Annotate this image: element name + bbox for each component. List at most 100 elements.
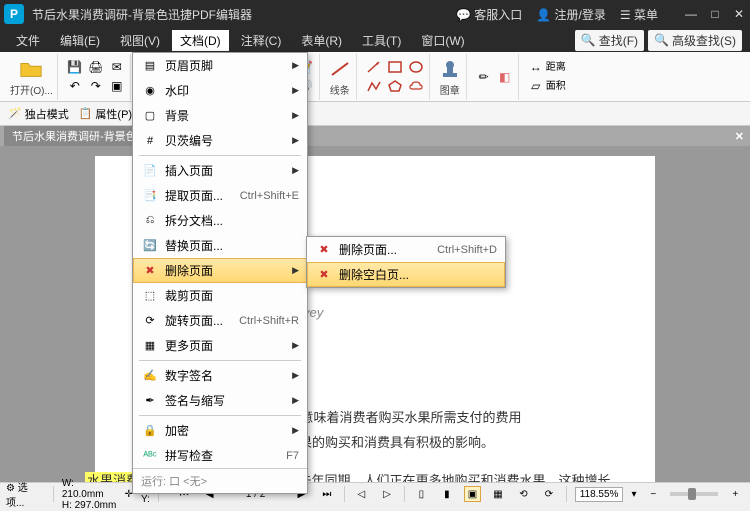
- print-icon[interactable]: 🖨: [87, 58, 105, 76]
- menu-crop-page[interactable]: ⬚裁剪页面: [133, 283, 307, 308]
- arrow-icon[interactable]: [365, 58, 383, 76]
- standalone-mode[interactable]: 🪄 独占模式: [8, 106, 69, 122]
- layout-facing-cont-button[interactable]: ▦: [489, 486, 507, 502]
- menu-edit[interactable]: 编辑(E): [52, 30, 108, 51]
- login-link[interactable]: 👤 注册/登录: [536, 6, 606, 23]
- menu-document[interactable]: 文档(D): [172, 30, 229, 51]
- secondary-bar: 🪄 独占模式 📋 属性(P)...: [0, 102, 750, 126]
- redo-icon[interactable]: ↷: [87, 77, 105, 95]
- layout-cont-button[interactable]: ▮: [438, 486, 456, 502]
- zoom-in-button[interactable]: +: [726, 486, 744, 502]
- menu-bates[interactable]: #贝茨编号▶: [133, 128, 307, 153]
- close-button[interactable]: ✕: [732, 7, 746, 21]
- tb-open-group[interactable]: 打开(O)...: [6, 54, 58, 100]
- menu-delete-page[interactable]: ✖删除页面▶: [133, 258, 307, 283]
- adv-find-button[interactable]: 🔍 高级查找(S): [648, 30, 742, 51]
- nav-fwd-button[interactable]: ▷: [378, 486, 396, 502]
- cursor-y: Y:: [141, 494, 150, 505]
- split-icon: ⎌: [141, 213, 159, 229]
- menu-tool[interactable]: 工具(T): [354, 30, 409, 51]
- menu-split-doc[interactable]: ⎌拆分文档...: [133, 208, 307, 233]
- pencil-icon[interactable]: ✏: [475, 68, 493, 86]
- rect-icon[interactable]: [386, 58, 404, 76]
- doc-tab[interactable]: 节后水果消费调研-背景色: [4, 126, 145, 146]
- mail-icon[interactable]: ✉: [108, 58, 126, 76]
- scan-icon[interactable]: ▣: [108, 77, 126, 95]
- submenu-delete-blank[interactable]: ✖删除空白页...: [307, 262, 505, 287]
- maximize-button[interactable]: □: [708, 7, 722, 21]
- digital-sign-icon: ✍: [141, 368, 159, 384]
- rotate-cw-button[interactable]: ⟳: [540, 486, 558, 502]
- spellcheck-icon: ᴬᴮᶜ: [141, 448, 159, 464]
- menu-encrypt[interactable]: 🔒加密▶: [133, 418, 307, 443]
- menu-link[interactable]: ☰ 菜单: [620, 6, 658, 23]
- window-title: 节后水果消费调研-背景色迅捷PDF编辑器: [32, 6, 456, 23]
- tb-line-group[interactable]: 线条: [324, 54, 357, 100]
- replace-page-icon: 🔄: [141, 238, 159, 254]
- last-page-button[interactable]: ⏭: [318, 486, 336, 502]
- menu-spellcheck[interactable]: ᴬᴮᶜ拼写检查F7: [133, 443, 307, 468]
- menu-file[interactable]: 文件: [8, 30, 48, 51]
- page-height: H: 297.0mm: [62, 500, 117, 511]
- distance-icon[interactable]: ↔: [527, 58, 545, 76]
- menu-replace-page[interactable]: 🔄替换页面...: [133, 233, 307, 258]
- menu-more-pages[interactable]: ▦更多页面▶: [133, 333, 307, 358]
- rotate-ccw-button[interactable]: ⟲: [515, 486, 533, 502]
- menu-signature[interactable]: ✒签名与缩写▶: [133, 388, 307, 413]
- eraser-icon[interactable]: ◧: [496, 68, 514, 86]
- delete-pages-icon: ✖: [315, 242, 333, 258]
- undo-icon[interactable]: ↶: [66, 77, 84, 95]
- more-pages-icon: ▦: [141, 338, 159, 354]
- menu-view[interactable]: 视图(V): [112, 30, 168, 51]
- save-icon[interactable]: 💾: [66, 58, 84, 76]
- menu-form[interactable]: 表单(R): [293, 30, 350, 51]
- crop-page-icon: ⬚: [141, 288, 159, 304]
- nav-back-button[interactable]: ◁: [353, 486, 371, 502]
- titlebar: P 节后水果消费调研-背景色迅捷PDF编辑器 💬 客服入口 👤 注册/登录 ☰ …: [0, 0, 750, 28]
- app-logo: P: [4, 4, 24, 24]
- zoom-value[interactable]: 118.55%: [575, 487, 624, 502]
- polyline-icon[interactable]: [365, 77, 383, 95]
- bates-icon: #: [141, 133, 159, 149]
- content-area: 研 survey 回落了 48.9%。这意味着消费者购买水果所需支付的费用 鼓励…: [0, 146, 750, 482]
- menu-extract-page[interactable]: 📑提取页面...Ctrl+Shift+E: [133, 183, 307, 208]
- menu-comment[interactable]: 注释(C): [233, 30, 290, 51]
- menu-rotate-page[interactable]: ⟳旋转页面...Ctrl+Shift+R: [133, 308, 307, 333]
- zoom-slider[interactable]: [670, 492, 718, 496]
- submenu-delete-pages[interactable]: ✖删除页面...Ctrl+Shift+D: [307, 237, 505, 262]
- delete-blank-icon: ✖: [315, 267, 333, 283]
- doc-tab-bar: 节后水果消费调研-背景色 ✕: [0, 126, 750, 146]
- menu-insert-page[interactable]: 📄插入页面▶: [133, 158, 307, 183]
- find-button[interactable]: 🔍 查找(F): [575, 30, 644, 51]
- cloud-icon[interactable]: [407, 77, 425, 95]
- rotate-page-icon: ⟳: [141, 313, 159, 329]
- statusbar: ⚙ 选项... W: 210.0mm H: 297.0mm ✛ X: Y: ⏮ …: [0, 482, 750, 505]
- layout-single-button[interactable]: ▯: [413, 486, 431, 502]
- circle-icon[interactable]: [407, 58, 425, 76]
- line-icon: [328, 57, 352, 81]
- signature-icon: ✒: [141, 393, 159, 409]
- area-icon[interactable]: ▱: [527, 77, 545, 95]
- support-link[interactable]: 💬 客服入口: [456, 6, 522, 23]
- menubar: 文件 编辑(E) 视图(V) 文档(D) 注释(C) 表单(R) 工具(T) 窗…: [0, 28, 750, 52]
- polygon-icon[interactable]: [386, 77, 404, 95]
- minimize-button[interactable]: —: [684, 7, 698, 21]
- menu-header-footer[interactable]: ▤页眉页脚▶: [133, 53, 307, 78]
- header-footer-icon: ▤: [141, 58, 159, 74]
- layout-facing-button[interactable]: ▣: [464, 486, 482, 502]
- doc-tab-close[interactable]: ✕: [735, 130, 744, 143]
- zoom-out-button[interactable]: −: [644, 486, 662, 502]
- stamp-icon: [438, 57, 462, 81]
- lock-icon: 🔒: [141, 423, 159, 439]
- menu-background[interactable]: ▢背景▶: [133, 103, 307, 128]
- menu-run-footer: 运行: 口 <无>: [133, 468, 307, 493]
- delete-page-icon: ✖: [141, 263, 159, 279]
- props-icon: 📋: [79, 107, 93, 120]
- extract-page-icon: 📑: [141, 188, 159, 204]
- menu-digital-sign[interactable]: ✍数字签名▶: [133, 363, 307, 388]
- folder-open-icon: [19, 57, 43, 81]
- tb-stamp-group[interactable]: 图章: [434, 54, 467, 100]
- menu-window[interactable]: 窗口(W): [413, 30, 472, 51]
- document-menu: ▤页眉页脚▶ ◉水印▶ ▢背景▶ #贝茨编号▶ 📄插入页面▶ 📑提取页面...C…: [132, 52, 308, 494]
- menu-watermark[interactable]: ◉水印▶: [133, 78, 307, 103]
